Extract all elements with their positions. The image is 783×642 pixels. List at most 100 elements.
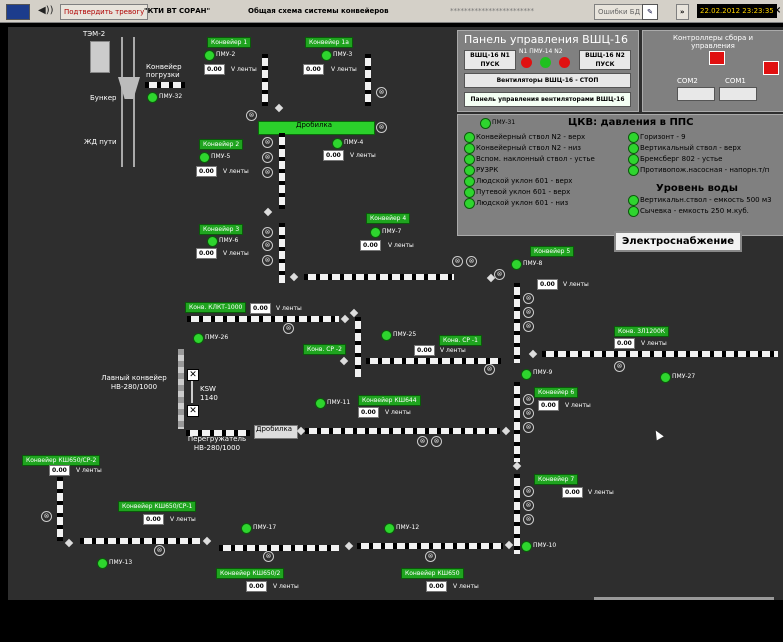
drive-icon: ⊗	[425, 551, 436, 562]
pressure-point-label: РУЗРК	[476, 166, 499, 174]
vsh16-fans-panel-button[interactable]: Панель управления вентиляторами ВШЦ-16	[464, 92, 631, 107]
conveyor-6-belt	[514, 382, 520, 462]
sensor-icon	[296, 426, 306, 436]
acknowledge-alarm-button[interactable]: Подтвердить тревогу	[60, 4, 149, 20]
com2-status-field	[677, 87, 715, 101]
conveyor-cp1-tag[interactable]: Конв. СР -1	[439, 335, 482, 346]
pmu-31-indicator[interactable]	[480, 118, 491, 129]
pmu-3-indicator[interactable]	[321, 50, 332, 61]
pmu-9-indicator[interactable]	[521, 369, 532, 380]
close-icon[interactable]: ×	[773, 4, 781, 18]
pressure-point-indicator[interactable]	[628, 165, 639, 176]
edit-icon[interactable]: ✎	[642, 4, 658, 20]
conveyor-ksh650-cp1-speed-unit: V ленты	[170, 516, 196, 523]
conveyor-klkt-tag[interactable]: Конв. КЛКТ-1000	[185, 302, 247, 313]
db-errors-button[interactable]: Ошибки БД	[594, 4, 645, 20]
face-conveyor-label: Лавный конвейер НВ-280/1000	[101, 374, 167, 391]
shearer-rail	[191, 381, 193, 403]
pmu-32-indicator[interactable]	[147, 92, 158, 103]
pmu-6-indicator[interactable]	[207, 236, 218, 247]
vsh16-panel-title: Панель управления ВШЦ-16	[464, 33, 628, 46]
next-screen-button[interactable]: »	[676, 4, 689, 20]
vsh16-n1-start-button[interactable]: ВШЦ-16 N1 ПУСК	[464, 50, 516, 70]
app-logo-icon[interactable]	[6, 4, 30, 20]
pmu-13-indicator[interactable]	[97, 558, 108, 569]
conveyor-ksh650-cp1-tag[interactable]: Конвейер КШ650/СР-1	[118, 501, 197, 512]
pmu-27-indicator[interactable]	[660, 372, 671, 383]
conveyor-ksh644-speed-value: 0.00	[358, 407, 379, 418]
vsh16-lamp-labels: N1 ПМУ-14 N2	[519, 48, 563, 55]
drive-icon: ⊗	[376, 87, 387, 98]
pressure-point-indicator[interactable]	[464, 143, 475, 154]
pmu-8-indicator[interactable]	[511, 259, 522, 270]
status-footer	[0, 603, 783, 642]
conveyor-3-speed-unit: V ленты	[223, 250, 249, 257]
conveyor-6-tag[interactable]: Конвейер 6	[534, 387, 579, 398]
conveyor-2-speed-unit: V ленты	[223, 168, 249, 175]
pressure-point-indicator[interactable]	[464, 132, 475, 143]
crusher-1-label: Дробилка	[296, 121, 333, 129]
drive-icon: ⊗	[376, 122, 387, 133]
conveyor-5-tag[interactable]: Конвейер 5	[530, 246, 575, 257]
controller-1-icon[interactable]	[709, 51, 725, 65]
pressure-point-indicator[interactable]	[628, 154, 639, 165]
pmu-8-label: ПМУ-8	[523, 260, 543, 267]
conveyor-3l1200k-tag[interactable]: Конв. 3Л1200К	[614, 326, 670, 337]
pressure-point-indicator[interactable]	[464, 187, 475, 198]
drive-icon: ⊗	[262, 152, 273, 163]
conveyor-ksh650-tag[interactable]: Конвейер КШ650	[401, 568, 464, 579]
conveyor-7-tag[interactable]: Конвейер 7	[534, 474, 579, 485]
drive-icon: ⊗	[262, 255, 273, 266]
drive-icon: ⊗	[523, 514, 534, 525]
conveyor-cp2-belt	[355, 317, 361, 377]
pmu-7-indicator[interactable]	[370, 227, 381, 238]
pressure-point-indicator[interactable]	[464, 154, 475, 165]
top-toolbar: ◀)) Подтвердить тревогу "КТИ ВТ СОРАН" О…	[0, 0, 783, 23]
pressure-point-indicator[interactable]	[464, 176, 475, 187]
controller-2-icon[interactable]	[763, 61, 779, 75]
vsh16-n2-start-button[interactable]: ВШЦ-16 N2 ПУСК	[579, 50, 631, 70]
sensor-icon	[528, 349, 538, 359]
drive-icon: ⊗	[262, 240, 273, 251]
pressure-point-indicator[interactable]	[628, 143, 639, 154]
drive-icon: ⊗	[523, 321, 534, 332]
power-supply-button[interactable]: Электроснабжение	[614, 231, 742, 252]
sensor-icon	[504, 540, 514, 550]
pressure-point-indicator[interactable]	[628, 132, 639, 143]
horizontal-scrollbar[interactable]	[594, 597, 774, 600]
vsh16-control-panel: Панель управления ВШЦ-16 ВШЦ-16 N1 ПУСК …	[457, 30, 639, 112]
conveyor-cp1-speed-value: 0.00	[414, 345, 435, 356]
conveyor-2-tag[interactable]: Конвейер 2	[199, 139, 244, 150]
pmu-10-indicator[interactable]	[521, 541, 532, 552]
pmu-5-indicator[interactable]	[199, 152, 210, 163]
conveyor-ksh644-tag[interactable]: Конвейер КШ644	[358, 395, 421, 406]
pmu-26-indicator[interactable]	[193, 333, 204, 344]
water-level-indicator[interactable]	[628, 195, 639, 206]
conveyor-5-speed-unit: V ленты	[563, 281, 589, 288]
pressure-point-label: Противопож.насосная - напорн.т/п	[640, 166, 770, 174]
conveyor-1-tag[interactable]: Конвейер 1	[207, 37, 252, 48]
conveyor-cp2-tag[interactable]: Конв. СР -2	[303, 344, 346, 355]
vsh16-fans-stop-button[interactable]: Вентиляторы ВШЦ-16 - СТОП	[464, 73, 631, 88]
loading-conveyor-label: Конвейер погрузки	[146, 63, 182, 79]
pressure-point-indicator[interactable]	[464, 165, 475, 176]
pmu-11-indicator[interactable]	[315, 398, 326, 409]
conveyor-klkt-speed-unit: V ленты	[276, 305, 302, 312]
conveyor-4-tag[interactable]: Конвейер 4	[366, 213, 411, 224]
conveyor-3-tag[interactable]: Конвейер 3	[199, 224, 244, 235]
shearer-icon: ✕	[187, 405, 199, 417]
pmu-25-indicator[interactable]	[381, 330, 392, 341]
pmu-17-indicator[interactable]	[241, 523, 252, 534]
pmu-4-indicator[interactable]	[332, 138, 343, 149]
pmu-2-indicator[interactable]	[204, 50, 215, 61]
sound-icon[interactable]: ◀))	[38, 4, 54, 18]
conveyor-3-belt	[279, 223, 285, 283]
pressure-point-label: Людской уклон 601 - низ	[476, 199, 569, 207]
water-level-indicator[interactable]	[628, 206, 639, 217]
conveyor-1a-tag[interactable]: Конвейер 1а	[305, 37, 353, 48]
pmu-12-indicator[interactable]	[384, 523, 395, 534]
sensor-icon	[64, 538, 74, 548]
conveyor-ksh650-2-belt	[219, 545, 339, 551]
pressure-point-indicator[interactable]	[464, 198, 475, 209]
conveyor-ksh650-2-tag[interactable]: Конвейер КШ650/2	[216, 568, 285, 579]
